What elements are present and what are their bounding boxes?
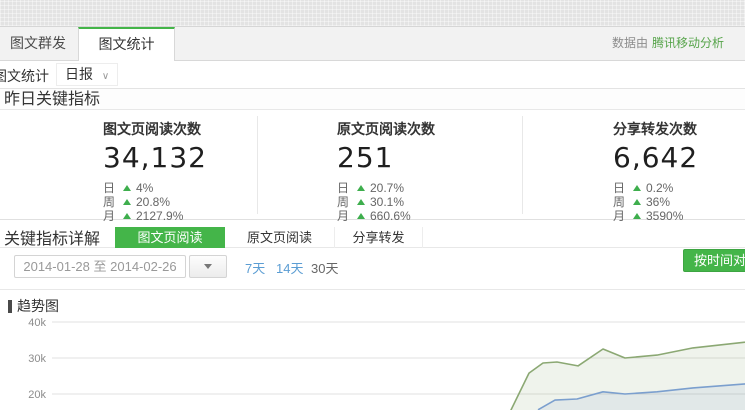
delta-value: 0.2%	[646, 181, 673, 195]
up-arrow-icon	[123, 213, 131, 219]
up-arrow-icon	[633, 213, 641, 219]
delta-value: 3590%	[646, 209, 683, 223]
metrics-cards-panel: 图文页阅读次数 34,132 日 4% 周 20.8% 月 2127.9% 原文页阅读…	[0, 110, 745, 220]
page-top-strip	[0, 0, 745, 27]
up-arrow-icon	[357, 185, 365, 191]
main-tabbar: 图文群发 图文统计 数据由腾讯移动分析	[0, 27, 745, 61]
y-axis-tick-label: 30k	[28, 353, 46, 365]
metric-card-page-reads: 图文页阅读次数 34,132 日 4% 周 20.8% 月 2127.9%	[103, 119, 207, 223]
data-source-link[interactable]: 腾讯移动分析	[652, 36, 724, 50]
delta-period-label: 月	[103, 209, 123, 223]
metric-card-shares: 分享转发次数 6,642 日 0.2% 周 36% 月 3590%	[613, 119, 698, 223]
up-arrow-icon	[633, 185, 641, 191]
trend-chart[interactable]: 40k 30k 20k	[0, 300, 745, 410]
detail-tab-page-reads[interactable]: 图文页阅读	[115, 227, 225, 248]
date-range-input[interactable]: 2014-01-28 至 2014-02-26	[14, 255, 186, 278]
detail-tab-shares[interactable]: 分享转发	[335, 227, 423, 248]
metric-delta-row: 周 36%	[613, 195, 698, 209]
detail-tab-original-reads[interactable]: 原文页阅读	[225, 227, 335, 248]
up-arrow-icon	[123, 199, 131, 205]
trend-chart-svg: 40k 30k 20k	[0, 300, 745, 410]
up-arrow-icon	[357, 213, 365, 219]
metric-delta-row: 日 0.2%	[613, 181, 698, 195]
delta-value: 2127.9%	[136, 209, 183, 223]
chevron-down-icon: ∨	[102, 71, 109, 82]
delta-period-label: 日	[103, 181, 123, 195]
delta-period-label: 月	[337, 209, 357, 223]
delta-value: 660.6%	[370, 209, 411, 223]
y-axis-tick-label: 20k	[28, 389, 46, 401]
y-axis-tick-label: 40k	[28, 317, 46, 329]
delta-value: 30.1%	[370, 195, 404, 209]
date-range-dropdown-button[interactable]	[189, 255, 227, 278]
detail-section-header: 关键指标详解 图文页阅读 原文页阅读 分享转发	[0, 222, 745, 248]
up-arrow-icon	[357, 199, 365, 205]
metrics-section-title: 昨日关键指标	[0, 88, 745, 110]
report-type-value: 日报	[65, 66, 93, 82]
quick-range-30d[interactable]: 30天	[311, 258, 338, 277]
delta-value: 20.8%	[136, 195, 170, 209]
page-title: 图文统计	[0, 66, 49, 86]
stats-toolbar: 图文统计 日报 ∨	[0, 61, 745, 88]
delta-value: 20.7%	[370, 181, 404, 195]
date-separator: 至	[93, 259, 106, 274]
tab-article-stats[interactable]: 图文统计	[78, 27, 175, 61]
metric-delta-row: 日 20.7%	[337, 181, 435, 195]
quick-range-7d[interactable]: 7天	[245, 258, 265, 277]
metric-delta-row: 月 2127.9%	[103, 209, 207, 223]
card-divider	[522, 116, 523, 214]
metric-delta-row: 周 20.8%	[103, 195, 207, 209]
delta-period-label: 周	[103, 195, 123, 209]
quick-range-14d[interactable]: 14天	[276, 258, 303, 277]
delta-period-label: 周	[613, 195, 633, 209]
up-arrow-icon	[123, 185, 131, 191]
metric-delta-row: 周 30.1%	[337, 195, 435, 209]
filter-row: 2014-01-28 至 2014-02-26 7天 14天 30天 按时间对比	[0, 248, 745, 290]
detail-section-title: 关键指标详解	[4, 225, 100, 249]
up-arrow-icon	[633, 199, 641, 205]
metric-value: 6,642	[613, 141, 698, 174]
date-start: 2014-01-28	[23, 259, 90, 274]
delta-value: 4%	[136, 181, 153, 195]
report-type-dropdown[interactable]: 日报 ∨	[56, 63, 118, 86]
tab-mass-send[interactable]: 图文群发	[10, 27, 66, 60]
delta-period-label: 周	[337, 195, 357, 209]
metric-title: 原文页阅读次数	[337, 119, 435, 139]
metric-value: 34,132	[103, 141, 207, 174]
data-source-prefix: 数据由	[612, 36, 648, 50]
compare-by-time-button[interactable]: 按时间对比	[683, 249, 745, 272]
metric-delta-row: 日 4%	[103, 181, 207, 195]
metric-delta-row: 月 3590%	[613, 209, 698, 223]
date-end: 2014-02-26	[110, 259, 177, 274]
metric-title: 图文页阅读次数	[103, 119, 207, 139]
delta-period-label: 月	[613, 209, 633, 223]
delta-value: 36%	[646, 195, 670, 209]
metric-title: 分享转发次数	[613, 119, 698, 139]
delta-period-label: 日	[613, 181, 633, 195]
data-source-note: 数据由腾讯移动分析	[612, 27, 745, 60]
card-divider	[257, 116, 258, 214]
metric-card-original-reads: 原文页阅读次数 251 日 20.7% 周 30.1% 月 660.6%	[337, 119, 435, 223]
delta-period-label: 日	[337, 181, 357, 195]
metric-delta-row: 月 660.6%	[337, 209, 435, 223]
metric-value: 251	[337, 141, 435, 174]
caret-down-icon	[204, 264, 212, 269]
